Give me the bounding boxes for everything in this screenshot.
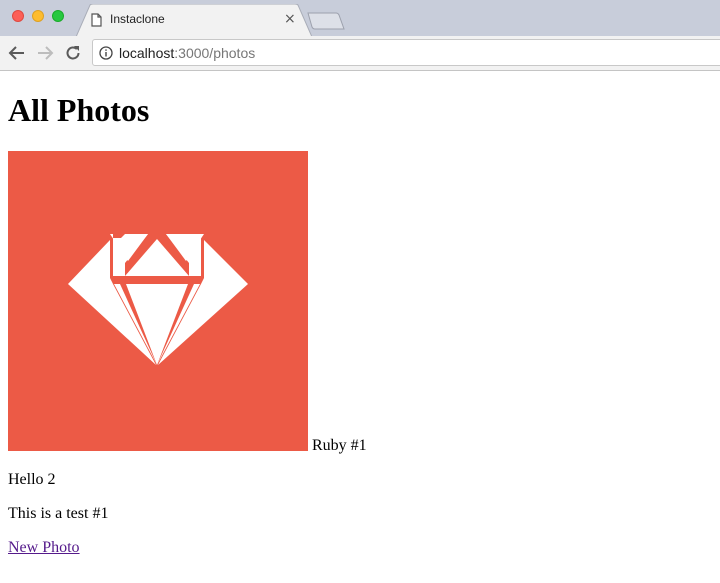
info-icon[interactable] [99, 46, 113, 65]
photo-image [8, 151, 308, 451]
forward-arrow-icon[interactable] [36, 44, 54, 62]
minimize-window-button[interactable] [32, 10, 44, 22]
tab-title: Instaclone [110, 12, 165, 26]
ruby-gem-icon [68, 234, 248, 365]
new-photo-link[interactable]: New Photo [8, 538, 80, 558]
new-tab-button[interactable] [307, 12, 345, 35]
paragraph: This is a test #1 [8, 505, 109, 522]
browser-tab-active[interactable]: Instaclone × [76, 4, 312, 37]
page-title: All Photos [8, 92, 150, 128]
close-window-button[interactable] [12, 10, 24, 22]
document-icon [91, 13, 102, 32]
url-path: :3000/photos [174, 45, 256, 61]
page-content: All Photos Ruby #1 Hello 2 This is a tes… [0, 71, 720, 583]
paragraph: Hello 2 [8, 471, 56, 488]
url-text[interactable]: localhost:3000/photos [119, 45, 255, 61]
photo-caption: Ruby #1 [312, 437, 367, 454]
reload-icon[interactable] [64, 44, 82, 62]
url-host: localhost [119, 45, 175, 61]
maximize-window-button[interactable] [52, 10, 64, 22]
browser-toolbar: localhost:3000/photos [0, 36, 720, 71]
tab-strip: Instaclone × [0, 0, 720, 37]
address-bar[interactable]: localhost:3000/photos [92, 39, 720, 66]
close-icon[interactable]: × [284, 11, 296, 27]
back-arrow-icon[interactable] [8, 44, 26, 62]
